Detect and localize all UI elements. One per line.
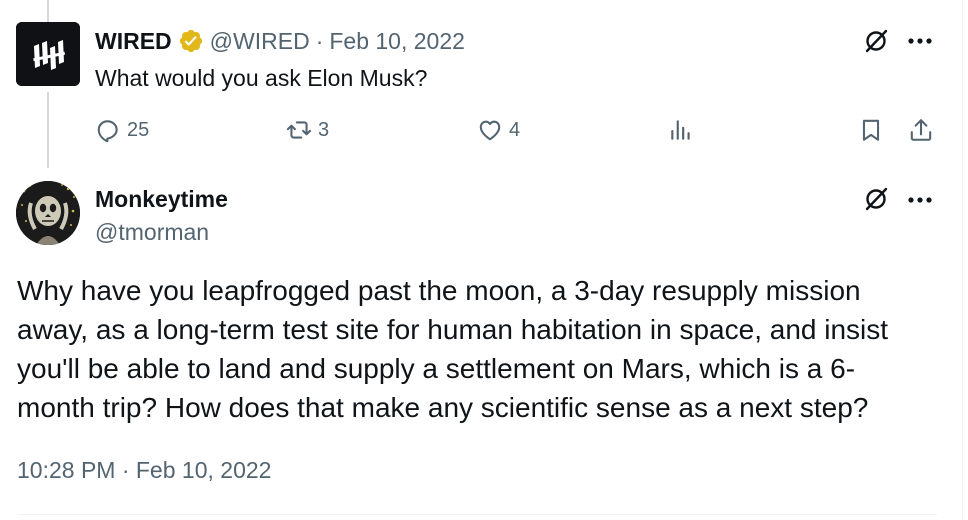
reply-text-line: Why have you leapfrogged past the moon, … — [17, 275, 861, 306]
reply-tweet-text: Why have you leapfrogged past the moon, … — [17, 271, 917, 427]
separator-dot: · — [315, 27, 324, 54]
parent-tweet-header: WIRED @WIRED · Feb 10, 2022 — [95, 26, 465, 56]
reply-timestamp[interactable]: 10:28 PM · Feb 10, 2022 — [17, 455, 271, 485]
repost-count: 3 — [318, 118, 330, 141]
views-action[interactable] — [668, 114, 694, 146]
reply-action[interactable]: 25 — [95, 114, 149, 146]
more-icon[interactable] — [906, 186, 934, 214]
like-count: 4 — [509, 118, 521, 141]
column-divider — [962, 0, 963, 520]
thread-line — [47, 92, 49, 168]
reply-text-line: month trip? How does that make any scien… — [17, 392, 869, 423]
heart-icon — [479, 120, 501, 141]
repost-icon — [286, 121, 312, 139]
views-icon — [671, 120, 690, 140]
author-handle[interactable]: @WIRED — [210, 28, 310, 55]
reply-author-name[interactable]: Monkeytime — [95, 184, 228, 214]
more-icon[interactable] — [906, 27, 934, 55]
reply-author-handle[interactable]: @tmorman — [95, 217, 209, 247]
share-action[interactable] — [908, 114, 934, 146]
author-name[interactable]: WIRED — [95, 28, 172, 55]
wired-avatar[interactable] — [16, 22, 80, 86]
reply-icon — [97, 120, 118, 143]
monkeytime-avatar[interactable] — [16, 181, 80, 245]
reply-text-line: you'll be able to land and supply a sett… — [17, 353, 856, 384]
repost-action[interactable]: 3 — [286, 114, 329, 146]
thread-line — [47, 0, 49, 22]
bookmark-icon — [862, 119, 880, 141]
parent-tweet-text: What would you ask Elon Musk? — [95, 65, 428, 91]
bookmark-action[interactable] — [858, 114, 884, 146]
reply-count: 25 — [127, 118, 150, 141]
like-action[interactable]: 4 — [477, 114, 520, 146]
verified-badge-icon[interactable] — [178, 28, 204, 54]
divider — [17, 514, 937, 515]
grok-icon[interactable] — [861, 184, 891, 214]
tweet-date[interactable]: Feb 10, 2022 — [329, 28, 465, 55]
reply-text-line: away, as a long-term test site for human… — [17, 314, 889, 345]
grok-icon[interactable] — [861, 26, 891, 56]
share-icon — [910, 119, 932, 141]
